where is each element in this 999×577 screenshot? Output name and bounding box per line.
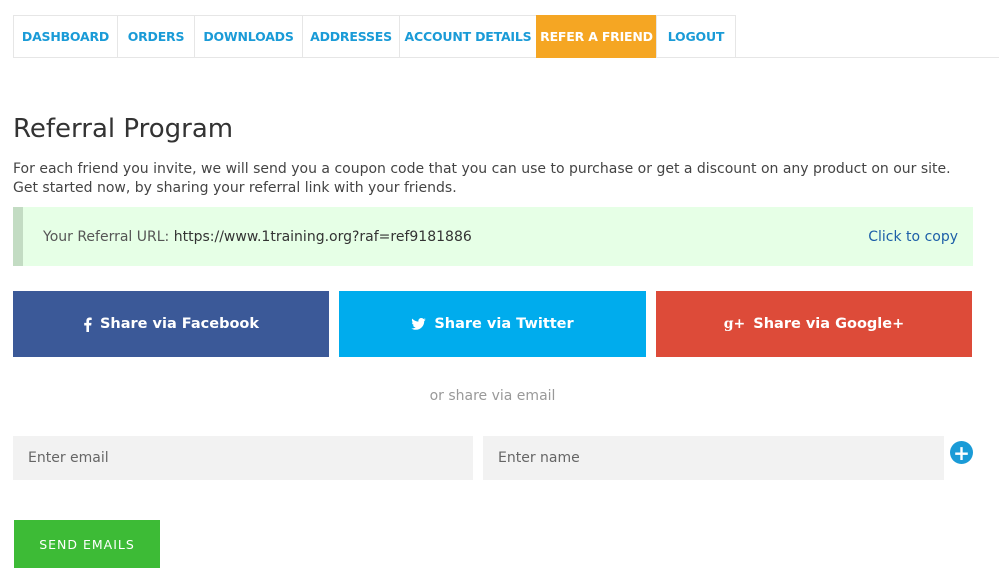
google-plus-icon: g+ [723, 316, 746, 332]
share-facebook-button[interactable]: Share via Facebook [13, 291, 329, 357]
plus-circle-icon: + [953, 440, 970, 465]
account-tabs: DASHBOARD ORDERS DOWNLOADS ADDRESSES ACC… [13, 15, 999, 58]
name-input[interactable] [483, 436, 944, 480]
referral-url-label: Your Referral URL: [43, 228, 170, 245]
intro-text: For each friend you invite, we will send… [13, 161, 951, 196]
tab-logout[interactable]: LOGOUT [656, 15, 736, 58]
twitter-icon [411, 318, 427, 330]
tab-account-details[interactable]: ACCOUNT DETAILS [399, 15, 536, 58]
share-google-plus-button[interactable]: g+ Share via Google+ [656, 291, 972, 357]
referral-url-value[interactable]: https://www.1training.org?raf=ref9181886 [174, 229, 472, 245]
email-input[interactable] [13, 436, 473, 480]
tab-downloads[interactable]: DOWNLOADS [194, 15, 302, 58]
tab-dashboard[interactable]: DASHBOARD [13, 15, 117, 58]
facebook-icon [83, 317, 92, 332]
add-recipient-button[interactable]: + [950, 441, 973, 464]
send-emails-button[interactable]: SEND EMAILS [14, 520, 160, 568]
share-twitter-label: Share via Twitter [434, 316, 574, 332]
share-facebook-label: Share via Facebook [99, 316, 260, 332]
tab-refer-a-friend[interactable]: REFER A FRIEND [536, 15, 656, 58]
share-twitter-button[interactable]: Share via Twitter [339, 291, 646, 357]
page-title: Referral Program [13, 114, 234, 144]
tab-addresses[interactable]: ADDRESSES [302, 15, 399, 58]
referral-url-box: Your Referral URL: https://www.1training… [13, 207, 973, 266]
click-to-copy-link[interactable]: Click to copy [868, 229, 958, 245]
share-google-plus-label: Share via Google+ [753, 316, 905, 332]
referral-url-line: Your Referral URL: https://www.1training… [43, 229, 472, 245]
or-share-via-email-text: or share via email [429, 388, 556, 404]
tab-orders[interactable]: ORDERS [117, 15, 194, 58]
